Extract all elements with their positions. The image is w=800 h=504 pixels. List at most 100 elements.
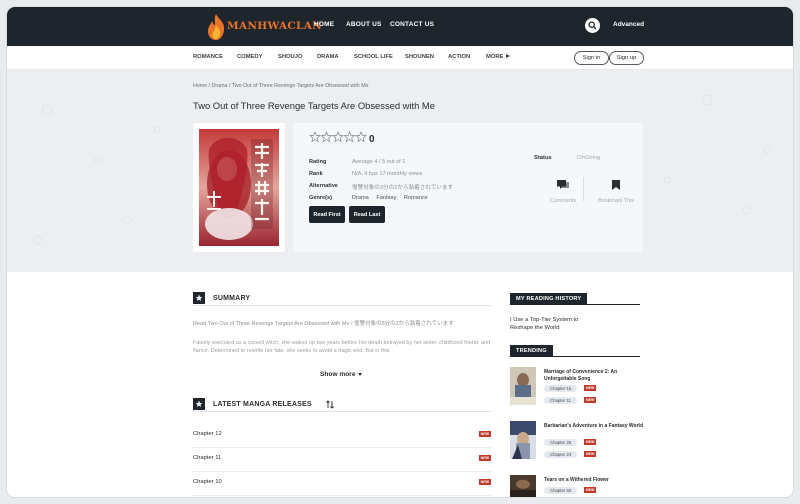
cover-image[interactable] — [199, 129, 279, 246]
chapter-row[interactable]: Chapter 10 NEW — [193, 472, 491, 496]
sign-in-button[interactable]: Sign in — [574, 51, 609, 65]
nav-home[interactable]: HOME — [314, 21, 334, 28]
trending-item[interactable]: Barbarian's Adventure in a Fantasy World… — [510, 421, 650, 461]
bookmark-button[interactable]: Bookmark This — [591, 177, 641, 204]
chapter-pill[interactable]: Chapter 15 — [544, 385, 578, 392]
genre-list: Drama Fantasy Romance — [352, 195, 434, 201]
genre-school-life[interactable]: SCHOOL LIFE — [354, 54, 393, 60]
caret-right-icon — [506, 54, 511, 59]
breadcrumb-home[interactable]: Home — [193, 83, 207, 89]
new-badge: NEW — [584, 397, 597, 403]
alternative-value: 復讐対象の3分の2から執着されています — [352, 185, 454, 191]
new-badge: NEW — [584, 385, 597, 391]
chapter-pill[interactable]: Chapter 11 — [544, 397, 577, 404]
chapter-row[interactable]: Chapter 11 NEW — [193, 448, 491, 472]
chapter-pill[interactable]: Chapter 60 — [544, 487, 578, 494]
trending-thumbnail — [510, 367, 536, 405]
sort-icon[interactable] — [325, 399, 334, 409]
search-icon — [588, 21, 597, 30]
star-icon — [320, 131, 333, 143]
trending-divider — [510, 356, 640, 357]
rating-number: 0 — [369, 134, 375, 145]
star-badge-icon — [193, 292, 205, 304]
trending-item[interactable]: Marriage of Convenience 2: An Unforgetta… — [510, 367, 650, 407]
new-badge: NEW — [584, 439, 597, 445]
breadcrumb-current: Two Out of Three Revenge Targets Are Obs… — [231, 83, 369, 89]
genre-shoujo[interactable]: SHOUJO — [278, 54, 302, 60]
browser-frame: MANHWACLAN HOME ABOUT US CONTACT US Adva… — [7, 7, 793, 497]
breadcrumb-separator: / — [208, 83, 211, 89]
show-more-label: Show more — [320, 371, 356, 378]
action-divider — [583, 177, 584, 201]
genre-link-romance[interactable]: Romance — [404, 195, 428, 201]
manga-hero: Home / Drama / Two Out of Three Revenge … — [7, 70, 793, 272]
breadcrumb-separator: / — [228, 83, 231, 89]
trending-title: Marriage of Convenience 2: An Unforgetta… — [544, 369, 618, 382]
bookmark-label: Bookmark This — [598, 198, 634, 204]
genre-drama[interactable]: DRAMA — [317, 54, 339, 60]
genre-more[interactable]: MORE — [486, 54, 511, 60]
new-badge: NEW — [584, 451, 597, 457]
chapter-row[interactable]: Chapter 12 NEW — [193, 424, 491, 448]
cover-card — [193, 123, 285, 252]
comments-button[interactable]: Comments — [538, 177, 588, 204]
summary-paragraph-1: Read Two Out of Three Revenge Targets Ar… — [193, 321, 454, 327]
flame-icon — [207, 14, 225, 40]
star-icon — [343, 131, 356, 143]
trending-thumbnail — [510, 475, 536, 497]
new-badge: NEW — [478, 431, 491, 437]
comments-label: Comments — [549, 198, 577, 204]
read-last-button[interactable]: Read Last — [349, 206, 385, 223]
star-icon — [355, 131, 367, 143]
summary-divider — [193, 305, 491, 306]
breadcrumb: Home / Drama / Two Out of Three Revenge … — [193, 83, 369, 89]
caret-down-icon — [357, 372, 362, 376]
chapter-pill[interactable]: Chapter 25 — [544, 439, 578, 446]
genre-comedy[interactable]: COMEDY — [237, 54, 262, 60]
nav-about-us[interactable]: ABOUT US — [346, 21, 382, 28]
breadcrumb-category[interactable]: Drama — [212, 83, 228, 89]
star-badge-icon — [193, 398, 205, 410]
genres-label: Genre(s) — [309, 195, 333, 201]
rating-label: Rating — [309, 159, 327, 165]
read-first-button[interactable]: Read First — [309, 206, 345, 223]
top-navbar: MANHWACLAN HOME ABOUT US CONTACT US Adva… — [7, 7, 793, 46]
releases-heading: LATEST MANGA RELEASES — [193, 398, 334, 410]
chapter-name: Chapter 12 — [193, 431, 222, 437]
show-more-button[interactable]: Show more — [320, 371, 362, 378]
nav-contact-us[interactable]: CONTACT US — [390, 21, 434, 28]
new-badge: NEW — [478, 455, 491, 461]
star-rating[interactable] — [309, 131, 367, 143]
history-item[interactable]: I Use a Top-Tier System to Reshape the W… — [510, 316, 600, 332]
trending-title: Tears on a Withered Flower — [544, 477, 609, 483]
new-badge: NEW — [478, 479, 491, 485]
sign-up-button[interactable]: Sign up — [609, 51, 644, 65]
trending-thumbnail — [510, 421, 536, 459]
trending-item[interactable]: Tears on a Withered Flower Chapter 60 NE… — [510, 475, 650, 497]
info-card: 0 Rating Average 4 / 5 out of 1 Rank N/A… — [293, 123, 643, 252]
search-button[interactable] — [585, 18, 600, 33]
logo-text: MANHWACLAN — [227, 20, 323, 32]
trending-title: Barbarian's Adventure in a Fantasy World — [544, 423, 643, 429]
genre-shounen[interactable]: SHOUNEN — [405, 54, 434, 60]
genre-romance[interactable]: ROMANCE — [193, 54, 223, 60]
chapter-pill[interactable]: Chapter 24 — [544, 451, 578, 458]
summary-heading: SUMMARY — [193, 292, 250, 304]
status-label: Status — [534, 155, 552, 161]
genre-action[interactable]: ACTION — [448, 54, 470, 60]
bookmark-icon — [612, 180, 620, 190]
star-icon — [332, 131, 344, 143]
star-icon — [309, 131, 321, 143]
status-value: OnGoing — [577, 155, 601, 161]
site-logo[interactable]: MANHWACLAN — [205, 13, 322, 41]
summary-title: SUMMARY — [213, 294, 251, 302]
genre-link-drama[interactable]: Drama — [352, 195, 369, 201]
genre-link-fantasy[interactable]: Fantasy — [376, 195, 396, 201]
advanced-search-link[interactable]: Advanced — [613, 21, 644, 28]
chapter-name: Chapter 11 — [193, 455, 222, 461]
comments-icon — [557, 180, 569, 189]
new-badge: NEW — [584, 487, 597, 493]
rating-value: Average 4 / 5 out of 1 — [352, 159, 406, 165]
summary-paragraph-2: Falsely executed as a cursed witch, she … — [193, 340, 491, 354]
chapter-name: Chapter 10 — [193, 479, 222, 485]
